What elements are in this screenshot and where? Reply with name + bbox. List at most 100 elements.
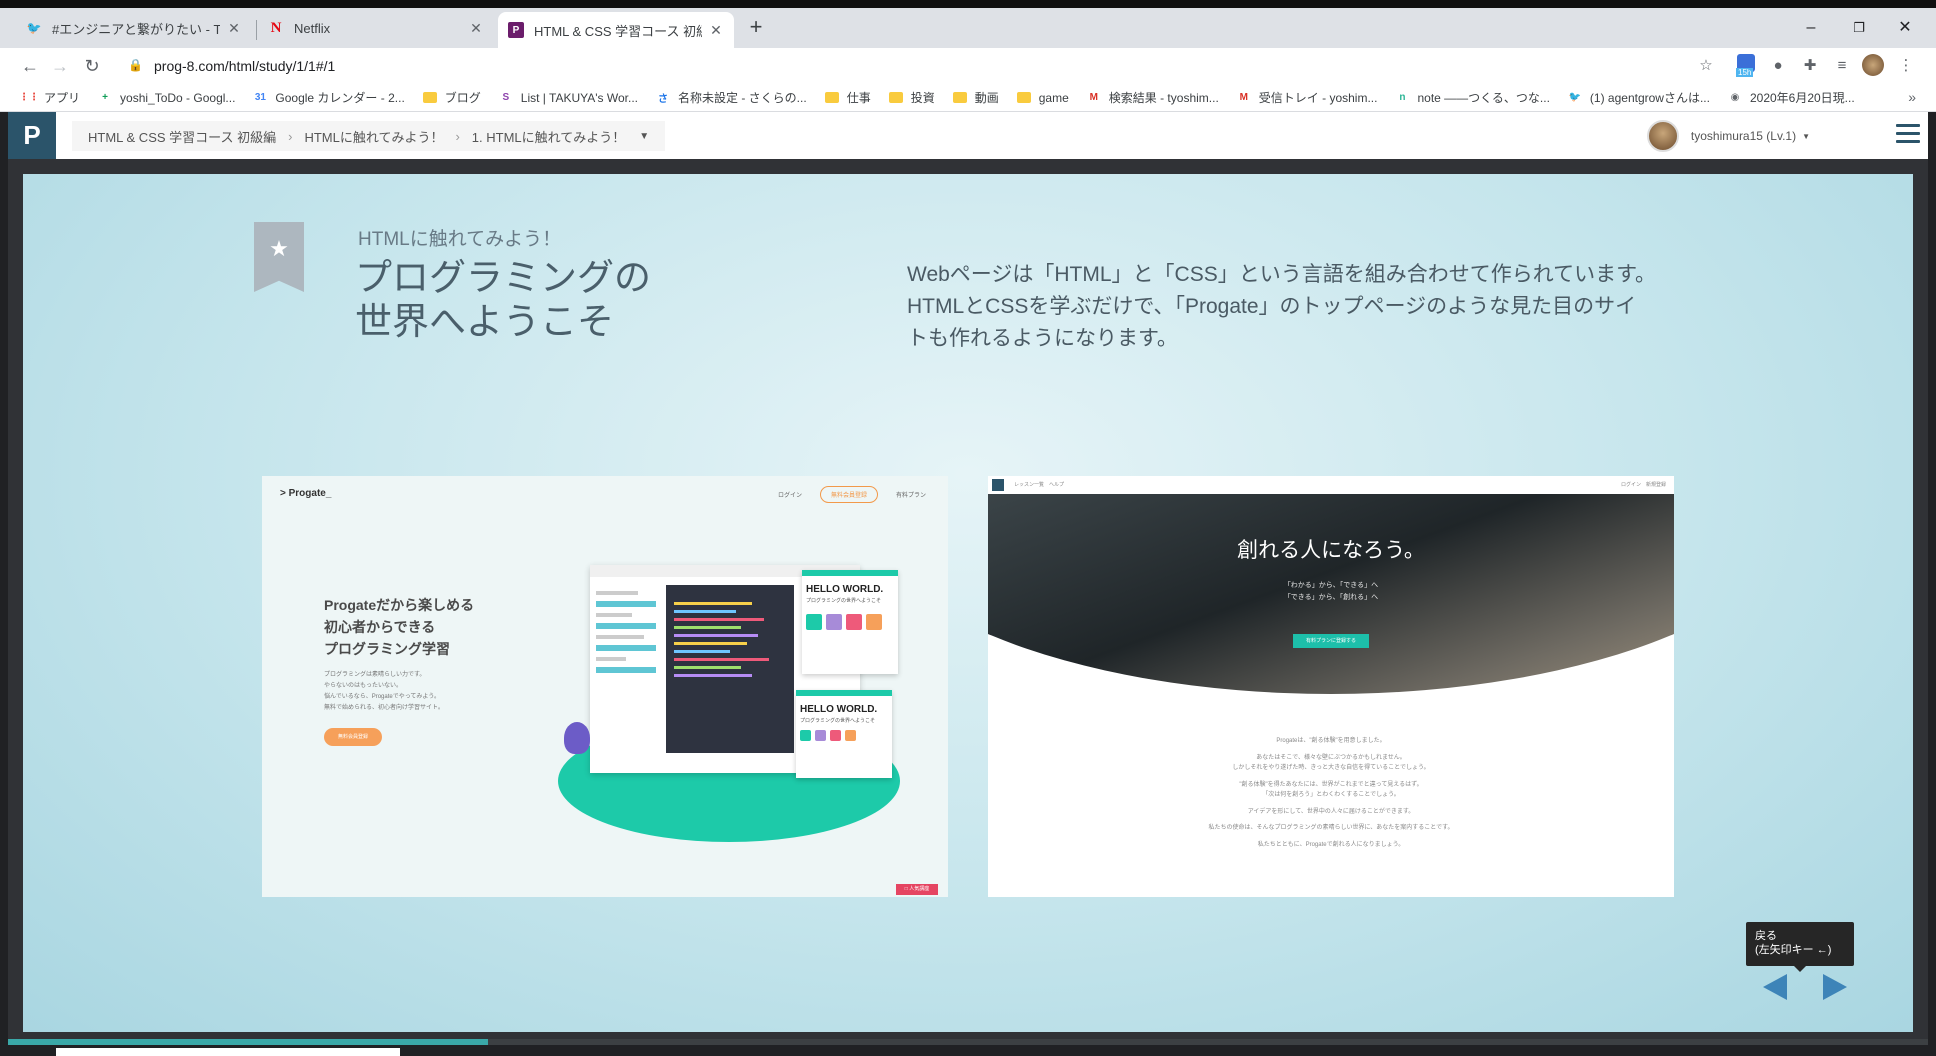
close-window-button[interactable]: ✕: [1882, 14, 1928, 42]
bookmark-item[interactable]: 31 Google カレンダー - 2...: [253, 89, 405, 106]
mock-hello-world: HELLO WORLD.: [806, 584, 884, 595]
profile-avatar-icon[interactable]: [1862, 54, 1886, 78]
bookmark-label: note ――つくる、つな...: [1417, 91, 1550, 105]
bookmark-label: 仕事: [846, 91, 871, 105]
bookmark-item[interactable]: 仕事: [824, 89, 871, 106]
twitter-icon: 🐦: [1568, 92, 1582, 103]
mock-preview-card-2: HELLO WORLD. プログラミングの世界へようこそ: [796, 690, 892, 778]
bookmark-item[interactable]: ◉ 2020年6月20日現...: [1728, 89, 1855, 106]
address-bar[interactable]: 🔒 prog-8.com/html/study/1/1#/1: [120, 50, 1710, 82]
bottom-panel: [56, 1048, 400, 1056]
mock-nav-left: レッスン一覧 ヘルプ: [1014, 482, 1065, 488]
bookmark-item[interactable]: 投資: [888, 89, 935, 106]
mock-nav-right: ログイン 新規登録: [1620, 482, 1666, 488]
sakura-icon: さ: [658, 94, 669, 105]
mock-hero-sub: 「わかる」から、「できる」へ 「できる」から、「創れる」へ: [988, 580, 1674, 604]
mock-body-text: Progateは、"創る体験"を用意しました。 あなたはそこで、様々な壁にぶつかる…: [988, 736, 1674, 850]
prev-slide-arrow-icon[interactable]: [1763, 974, 1787, 1000]
mock-sub-line: プログラミングは素晴らしい力です。: [324, 672, 426, 678]
mock-body-line: しかしそれをやり遂げた時、きっと大きな自信を得ていることでしょう。: [1232, 765, 1430, 771]
extension-chat-icon[interactable]: ●: [1766, 54, 1790, 78]
extension-calendar-icon[interactable]: 15h: [1734, 54, 1758, 78]
tooltip-line: (左矢印キー ←): [1755, 944, 1832, 956]
tab-title: Netflix: [294, 20, 331, 36]
chevron-right-icon: ›: [288, 128, 293, 144]
mock-body-line: 私たちとともに、Progateで創れる人になりましょう。: [1257, 841, 1405, 848]
forward-arrow-icon[interactable]: →: [46, 52, 74, 80]
bookmark-item[interactable]: S List | TAKUYA's Wor...: [499, 91, 638, 105]
back-arrow-icon[interactable]: ←: [16, 52, 44, 80]
bookmark-item[interactable]: M 検索結果 - tyoshim...: [1087, 89, 1219, 106]
mock-hello-sub: プログラミングの世界へようこそ: [806, 598, 882, 604]
bookmark-item[interactable]: ⋮⋮ アプリ: [19, 89, 80, 106]
bookmark-item[interactable]: さ名称未設定 - さくらの...: [656, 89, 807, 106]
mock-sub-line: 悩んでいるなら、Progateでやってみよう。: [324, 694, 441, 700]
slide: ★ HTMLに触れてみよう！ プログラミングの 世界へようこそ Webページは「…: [23, 174, 1913, 1032]
progate-logo[interactable]: P: [8, 112, 56, 159]
slide-stage: ★ HTMLに触れてみよう！ プログラミングの 世界へようこそ Webページは「…: [8, 159, 1928, 1056]
folder-icon: [422, 92, 437, 103]
mock-heading-line: プログラミング学習: [324, 641, 450, 657]
mock-hello-sub: プログラミングの世界へようこそ: [800, 718, 876, 724]
bookmark-item[interactable]: 🐦 (1) agentgrowさんは...: [1568, 89, 1710, 106]
mock-hero-sub-line: 「わかる」から、「できる」へ: [1283, 582, 1379, 589]
bookmark-label: (1) agentgrowさんは...: [1589, 91, 1710, 105]
media-queue-icon[interactable]: ≡: [1830, 54, 1854, 78]
maximize-button[interactable]: ❐: [1836, 14, 1882, 42]
twitter-icon: 🐦: [26, 21, 42, 35]
tab-title: #エンジニアと繋がりたい - Twitter検索: [52, 21, 220, 37]
slide-description: Webページは「HTML」と「CSS」という言語を組み合わせて作られています。 …: [907, 259, 1657, 355]
mock-sidebar: [596, 585, 656, 765]
folder-icon: [824, 92, 839, 103]
mock-body-line: "創る体験"を得たあなたには、世界がこれまでと違って見えるはず。: [1239, 781, 1423, 788]
breadcrumb-course[interactable]: HTML & CSS 学習コース 初級編: [88, 127, 276, 146]
mock-preview-card: HELLO WORLD. プログラミングの世界へようこそ: [802, 570, 898, 674]
minimize-button[interactable]: –: [1788, 14, 1834, 42]
caret-down-icon: ▼: [1802, 131, 1810, 141]
user-menu[interactable]: tyoshimura15 (Lv.1) ▼: [1646, 120, 1810, 152]
bookmark-label: yoshi_ToDo - Googl...: [120, 90, 236, 105]
bookmark-label: 投資: [910, 91, 935, 105]
bookmark-label: 2020年6月20日現...: [1749, 91, 1855, 105]
mock-hello-world: HELLO WORLD.: [800, 704, 878, 715]
tooltip-line: 戻る: [1755, 930, 1777, 942]
mock-code-editor: [666, 585, 794, 753]
progate-brand: > Progate_: [280, 488, 332, 499]
hamburger-menu-icon[interactable]: [1896, 124, 1920, 146]
bookmark-item[interactable]: game: [1016, 90, 1069, 105]
bookmark-star-icon[interactable]: ☆: [1694, 54, 1718, 78]
bookmark-item[interactable]: n note ――つくる、つな...: [1395, 89, 1550, 106]
tab-progate[interactable]: P HTML & CSS 学習コース 初級編 | プログラミングの ✕: [498, 12, 734, 48]
close-tab-icon[interactable]: ✕: [226, 20, 242, 37]
close-tab-icon[interactable]: ✕: [468, 20, 484, 37]
bookmark-item[interactable]: + yoshi_ToDo - Googl...: [98, 91, 235, 105]
bookmark-label: game: [1038, 90, 1069, 105]
bookmarks-overflow-icon[interactable]: »: [1908, 89, 1916, 105]
new-tab-button[interactable]: +: [744, 16, 768, 40]
tab-title: HTML & CSS 学習コース 初級編 | プログラミングの: [534, 23, 702, 39]
mock-logo: [992, 479, 1004, 491]
extensions-puzzle-icon[interactable]: ✚: [1798, 54, 1822, 78]
chrome-menu-icon[interactable]: ⋮: [1894, 54, 1918, 78]
bookmarks-bar: ⋮⋮ アプリ + yoshi_ToDo - Googl... 31 Google カレンダ…: [0, 84, 1936, 112]
globe-icon: ◉: [1730, 92, 1740, 103]
next-slide-arrow-icon[interactable]: [1823, 974, 1847, 1000]
folder-icon: [1016, 92, 1031, 103]
bookmark-item[interactable]: 動画: [952, 89, 999, 106]
reload-icon[interactable]: ↻: [78, 52, 106, 80]
mock-hero-button: 有料プランに登録する: [1293, 634, 1369, 648]
tab-netflix[interactable]: N Netflix ✕: [258, 12, 494, 44]
breadcrumb-chapter[interactable]: HTMLに触れてみよう！: [304, 127, 443, 146]
bookmark-item[interactable]: M 受信トレイ - yoshim...: [1237, 89, 1378, 106]
tab-strip: 🐦 #エンジニアと繋がりたい - Twitter検索 ✕ N Netflix ✕…: [0, 0, 1936, 48]
mock-body-line: アイデアを形にして、世界中の人々に届けることができます。: [1247, 808, 1415, 815]
caret-down-icon[interactable]: ▼: [639, 131, 649, 142]
close-tab-icon[interactable]: ✕: [708, 22, 724, 39]
chapter-label: HTMLに触れてみよう！: [358, 229, 562, 250]
site-icon: S: [502, 92, 510, 103]
mock-heading-line: 初心者からできる: [324, 619, 436, 635]
breadcrumb-lesson[interactable]: 1. HTMLに触れてみよう！: [472, 127, 625, 146]
bookmark-item[interactable]: ブログ: [422, 89, 481, 106]
mock-login: ログイン: [777, 493, 802, 499]
tab-twitter[interactable]: 🐦 #エンジニアと繋がりたい - Twitter検索 ✕: [16, 12, 252, 44]
